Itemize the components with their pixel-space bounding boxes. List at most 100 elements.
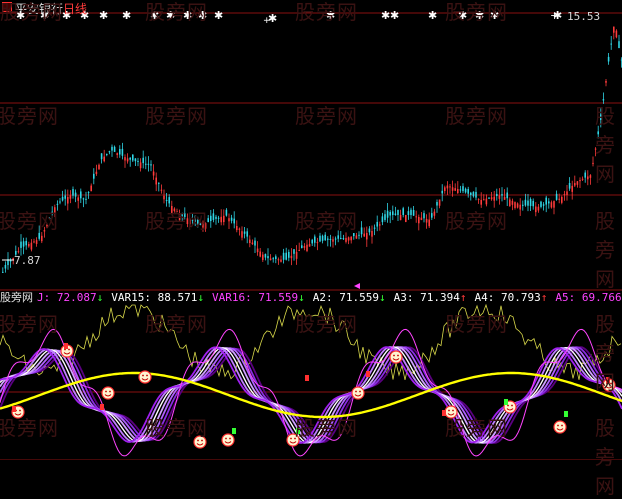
smiley-eye [105, 391, 107, 393]
candlestick [168, 197, 170, 203]
smiley-icon [139, 371, 151, 383]
candlestick [5, 265, 7, 269]
smiley-icon [352, 387, 364, 399]
candlestick [67, 197, 69, 204]
arrow-down-icon: ↓ [197, 291, 204, 304]
indicator-line-band [0, 347, 622, 443]
smiley-icon [222, 434, 234, 446]
arrow-up-icon: ↑ [460, 291, 467, 304]
candlestick [488, 198, 490, 199]
candlestick [205, 223, 207, 229]
candlestick [38, 233, 40, 239]
candlestick [215, 217, 217, 219]
candlestick [311, 240, 313, 244]
candlestick [36, 240, 38, 244]
candlestick [220, 217, 222, 222]
chart-title: 平安银行日线 [2, 0, 87, 17]
smiley-eye [201, 440, 203, 442]
candlestick [343, 238, 345, 239]
smiley-eye [397, 355, 399, 357]
candlestick [111, 147, 113, 151]
candlestick [395, 214, 397, 215]
candlestick [140, 162, 142, 168]
star-marker-icon: ✱ [390, 9, 399, 22]
signal-marker-icon [232, 428, 236, 434]
candlestick [293, 249, 295, 254]
candlestick [444, 187, 446, 191]
candlestick [582, 179, 584, 180]
candlestick [83, 198, 85, 199]
candlestick [517, 203, 519, 207]
candlestick [366, 233, 368, 240]
candlestick [374, 228, 376, 229]
candlestick [423, 213, 425, 218]
kline-chart[interactable]: ✱✱✱✱✱✱✱✱✱✱✱✱✱✱✱✱✱✱✱✱++ [0, 0, 622, 460]
candlestick [426, 219, 428, 223]
candlestick [231, 218, 233, 221]
candlestick [330, 239, 332, 240]
smiley-eye [225, 438, 227, 440]
indicator-item: A3: 71.394↑ [394, 291, 471, 304]
candlestick [410, 210, 412, 215]
smiley-eye [355, 391, 357, 393]
candlestick [241, 231, 243, 237]
candlestick [213, 213, 215, 220]
candlestick [254, 241, 256, 246]
indicator-label: A4: [474, 291, 501, 304]
window-icon [2, 2, 12, 12]
low-price-label: 7.87 [14, 254, 41, 267]
candlestick [421, 218, 423, 220]
smiley-icon [390, 351, 402, 363]
candlestick [189, 220, 191, 225]
candlestick [304, 246, 306, 248]
candlestick [525, 200, 527, 206]
candlestick [233, 219, 235, 224]
smiley-eye [359, 391, 361, 393]
candlestick [278, 259, 280, 260]
candlestick [244, 231, 246, 233]
candlestick [610, 44, 612, 45]
candlestick [265, 254, 267, 258]
candlestick [600, 114, 602, 120]
candlestick [90, 186, 92, 192]
star-marker-icon: ✱ [381, 9, 390, 22]
smiley-icon [554, 421, 566, 433]
stock-chart-window: ✱✱✱✱✱✱✱✱✱✱✱✱✱✱✱✱✱✱✱✱++ 平安银行日线 15.53 7.87… [0, 0, 622, 460]
smiley-icon [194, 436, 206, 448]
candlestick [194, 216, 196, 222]
candlestick [454, 188, 456, 191]
candlestick [41, 236, 43, 241]
candlestick [114, 147, 116, 152]
smiley-eye [109, 391, 111, 393]
signal-marker-icon [366, 371, 370, 377]
indicator-item: A5: 69.766↑ [555, 291, 622, 304]
smiley-eye [294, 438, 296, 440]
arrow-up-icon: ↑ [541, 291, 548, 304]
candlestick [218, 218, 220, 219]
candlestick [77, 197, 79, 200]
candlestick [402, 208, 404, 215]
indicator-value: 72.087 [57, 291, 97, 304]
indicator-item: VAR15: 88.571↓ [111, 291, 208, 304]
candlestick [590, 175, 592, 178]
candlestick [556, 194, 558, 200]
candlestick [452, 187, 454, 191]
candlestick [512, 201, 514, 205]
candlestick [522, 205, 524, 206]
candlestick [124, 157, 126, 160]
candlestick [608, 57, 610, 62]
candlestick [301, 245, 303, 248]
candlestick [371, 231, 373, 237]
candlestick [415, 216, 417, 217]
candlestick [558, 199, 560, 200]
candlestick [62, 197, 64, 201]
candlestick [96, 172, 98, 174]
candlestick [174, 209, 176, 211]
candlestick [592, 163, 594, 164]
candlestick [519, 205, 521, 210]
candlestick [470, 193, 472, 195]
candlestick [158, 183, 160, 184]
candlestick [548, 201, 550, 203]
signal-marker-icon [64, 343, 68, 349]
indicator-value: 71.559 [258, 291, 298, 304]
